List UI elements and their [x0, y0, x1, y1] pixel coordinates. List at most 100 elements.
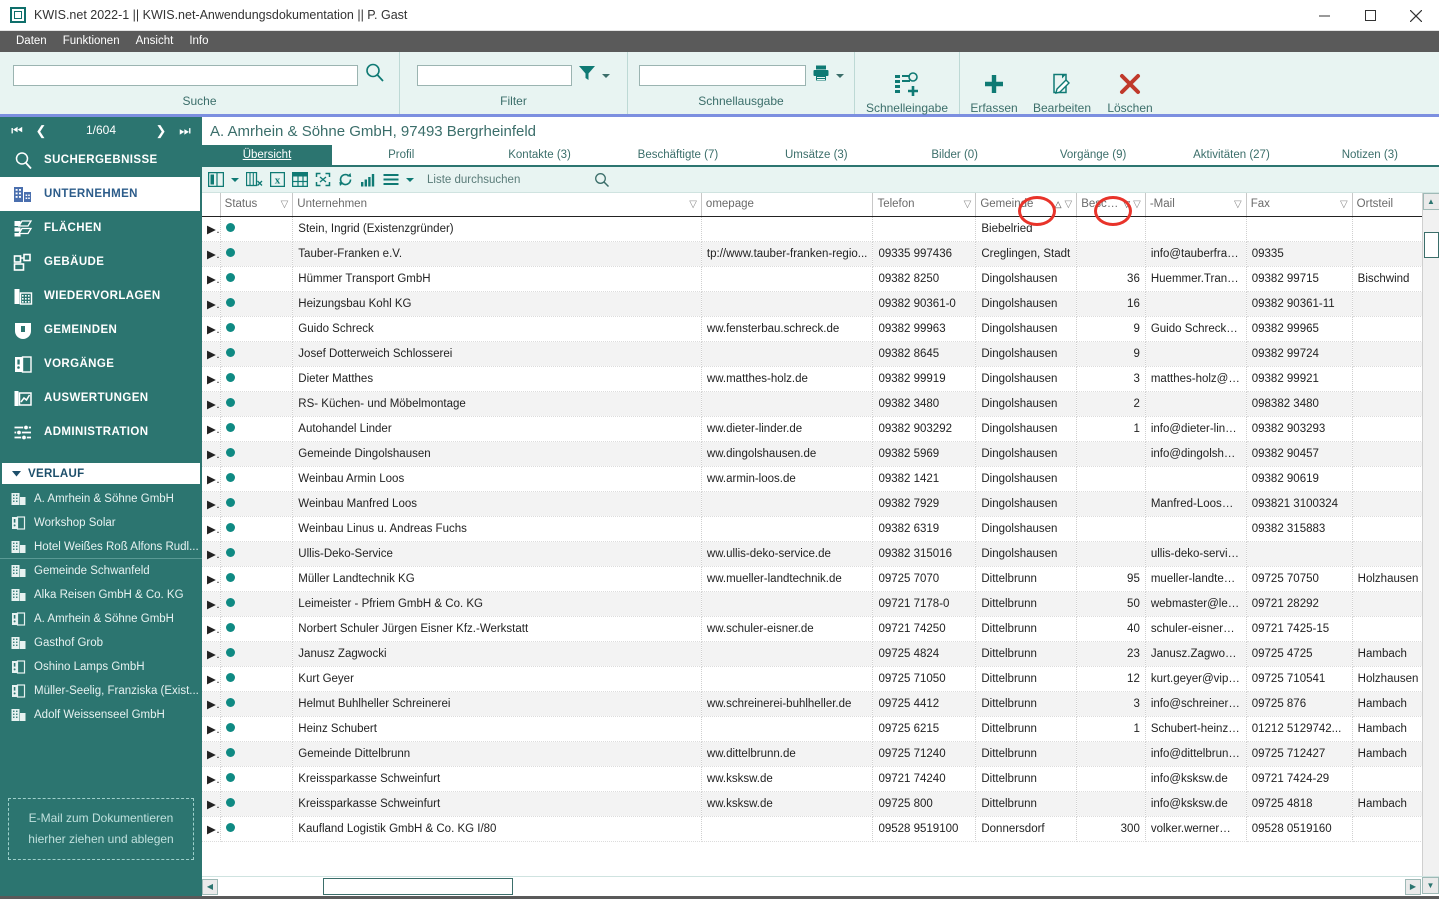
tab-aktivitaeten[interactable]: Aktivitäten (27): [1162, 145, 1300, 165]
table-row[interactable]: ▶ Stein, Ingrid (Existenzgründer) Biebelri…: [202, 216, 1439, 242]
menu-item-daten[interactable]: Daten: [8, 31, 55, 52]
email-dropzone[interactable]: E-Mail zum Dokumentieren hierher ziehen …: [8, 798, 194, 860]
scroll-left-button[interactable]: ◀: [202, 878, 218, 895]
table-row[interactable]: ▶ Gemeinde Dingolshausen ww.dingolshausen.…: [202, 441, 1439, 467]
column-header-fax[interactable]: Fax ▽: [1246, 193, 1353, 217]
table-row[interactable]: ▶ Kurt Geyer 09725 71050 Dittelbrunn 12 kurt.…: [202, 666, 1439, 692]
sort-descending-icon[interactable]: ▽: [1123, 199, 1130, 210]
tab-bilder[interactable]: Bilder (0): [886, 145, 1024, 165]
row-expander-icon[interactable]: ▶: [202, 791, 221, 817]
scroll-down-button[interactable]: ▼: [1422, 877, 1439, 894]
filter-icon[interactable]: ▽: [689, 199, 697, 210]
row-expander-icon[interactable]: ▶: [202, 241, 221, 267]
sort-ascending-icon[interactable]: △: [1055, 199, 1062, 210]
erfassen-button[interactable]: Erfassen: [960, 61, 1028, 115]
list-item[interactable]: A. Amrhein & Söhne GmbH: [0, 607, 202, 631]
table-row[interactable]: ▶ Weinbau Manfred Loos 09382 7929 Dingolsha…: [202, 491, 1439, 517]
row-expander-icon[interactable]: ▶: [202, 616, 221, 642]
filter-icon[interactable]: ▽: [1340, 199, 1348, 210]
table-row[interactable]: ▶ Gemeinde Dittelbrunn ww.dittelbrunn.de 09…: [202, 741, 1439, 767]
row-expander-icon[interactable]: ▶: [202, 416, 221, 442]
table-row[interactable]: ▶ Kaufland Logistik GmbH & Co. KG I/80 095…: [202, 816, 1439, 842]
row-expander-icon[interactable]: ▶: [202, 816, 221, 842]
row-expander-icon[interactable]: ▶: [202, 591, 221, 617]
row-expander-icon[interactable]: ▶: [202, 491, 221, 517]
list-search-input[interactable]: Liste durchsuchen: [427, 171, 587, 189]
magnifier-icon[interactable]: [364, 62, 386, 89]
pager-last-icon[interactable]: ⏭: [174, 124, 196, 137]
table-row[interactable]: ▶ Josef Dotterweich Schlosserei 09382 8645…: [202, 341, 1439, 367]
filter-dropdown-arrow-icon[interactable]: [602, 66, 610, 84]
loeschen-button[interactable]: Löschen: [1096, 61, 1164, 115]
column-header-email[interactable]: -Mail ▽: [1145, 193, 1247, 217]
tab-notizen[interactable]: Notizen (3): [1301, 145, 1439, 165]
table-row[interactable]: ▶ Helmut Buhlheller Schreinerei ww.schrein…: [202, 691, 1439, 717]
list-item[interactable]: Workshop Solar: [0, 511, 202, 535]
history-header[interactable]: VERLAUF: [2, 463, 200, 484]
filter-input[interactable]: [417, 64, 572, 86]
table-row[interactable]: ▶ Heinz Schubert 09725 6215 Dittelbrunn 1 Sch…: [202, 716, 1439, 742]
row-expander-icon[interactable]: ▶: [202, 266, 221, 292]
table-row[interactable]: ▶ Kreissparkasse Schweinfurt ww.ksksw.de 09…: [202, 766, 1439, 792]
sidebar-item-auswertungen[interactable]: AUSWERTUNGEN: [0, 381, 202, 415]
menu-item-info[interactable]: Info: [181, 31, 216, 52]
quick-output-input[interactable]: [638, 64, 806, 86]
sidebar-item-unternehmen[interactable]: UNTERNEHMEN: [0, 177, 200, 211]
table-row[interactable]: ▶ RS- Küchen- und Möbelmontage 09382 3480 D…: [202, 391, 1439, 417]
sidebar-item-suchergebnisse[interactable]: SUCHERGEBNISSE: [0, 143, 202, 177]
scroll-right-button[interactable]: ▶: [1405, 878, 1421, 895]
table-row[interactable]: ▶ Guido Schreck ww.fensterbau.schreck.de 09…: [202, 316, 1439, 342]
tab-profil[interactable]: Profil: [332, 145, 470, 165]
table-row[interactable]: ▶ Dieter Matthes ww.matthes-holz.de 09382 9…: [202, 366, 1439, 392]
printer-dropdown-arrow-icon[interactable]: [835, 66, 844, 84]
table-row[interactable]: ▶ Leimeister - Pfriem GmbH & Co. KG 09721 …: [202, 591, 1439, 617]
menu-item-ansicht[interactable]: Ansicht: [128, 31, 182, 52]
column-header-gemeinde[interactable]: Gemeinde △ ▽: [975, 193, 1078, 217]
list-item[interactable]: Gemeinde Schwanfeld: [0, 559, 202, 583]
pager-first-icon[interactable]: ⏮: [6, 124, 28, 137]
list-item[interactable]: Oshino Lamps GmbH: [0, 655, 202, 679]
table-row[interactable]: ▶ Norbert Schuler Jürgen Eisner Kfz.-Werk…: [202, 616, 1439, 642]
row-expander-icon[interactable]: ▶: [202, 666, 221, 692]
row-expander-icon[interactable]: ▶: [202, 766, 221, 792]
magnifier-icon[interactable]: [594, 172, 610, 188]
menu-lines-icon[interactable]: [383, 173, 399, 186]
sidebar-item-wiedervorlagen[interactable]: WIEDERVORLAGEN: [0, 279, 202, 313]
pager-prev-icon[interactable]: ❮: [30, 124, 52, 137]
tab-beschaeftigte[interactable]: Beschäftigte (7): [609, 145, 747, 165]
remove-column-icon[interactable]: [246, 172, 263, 187]
column-header-status[interactable]: Status ▽: [220, 193, 294, 217]
schnelleingabe-button[interactable]: Schnelleingabe: [855, 61, 960, 115]
sidebar-item-administration[interactable]: ADMINISTRATION: [0, 415, 202, 449]
tab-uebersicht[interactable]: Übersicht: [202, 145, 332, 165]
table-row[interactable]: ▶ Autohandel Linder ww.dieter-linder.de 093…: [202, 416, 1439, 442]
horizontal-scrollbar[interactable]: ◀ ▶ ▼: [202, 876, 1439, 896]
scroll-track[interactable]: [218, 877, 1405, 896]
scroll-thumb-horizontal[interactable]: [323, 877, 513, 895]
table-row[interactable]: ▶ Tauber-Franken e.V. tp://www.tauber-fran…: [202, 241, 1439, 267]
close-icon[interactable]: [1393, 0, 1439, 31]
sidebar-item-gemeinden[interactable]: GEMEINDEN: [0, 313, 202, 347]
row-expander-icon[interactable]: ▶: [202, 366, 221, 392]
maximize-icon[interactable]: [1347, 0, 1393, 31]
table-row[interactable]: ▶ Weinbau Armin Loos ww.armin-loos.de 09382…: [202, 466, 1439, 492]
search-input[interactable]: [13, 64, 358, 86]
export-excel-icon[interactable]: x: [270, 172, 285, 187]
scroll-thumb[interactable]: [1423, 232, 1439, 258]
menu-item-funktionen[interactable]: Funktionen: [55, 31, 128, 52]
column-header-beschaeftigte[interactable]: Besch... ▽ ▽: [1076, 193, 1146, 217]
list-item[interactable]: Adolf Weissenseel GmbH: [0, 703, 202, 727]
column-header-telefon[interactable]: Telefon ▽: [872, 193, 977, 217]
column-header-unternehmen[interactable]: Unternehmen ▽: [292, 193, 702, 217]
refresh-icon[interactable]: [338, 172, 353, 187]
columns-layout-icon[interactable]: [208, 172, 224, 187]
row-expander-icon[interactable]: ▶: [202, 341, 221, 367]
sidebar-item-flaechen[interactable]: FLÄCHEN: [0, 211, 202, 245]
row-expander-icon[interactable]: ▶: [202, 291, 221, 317]
table-row[interactable]: ▶ Janusz Zagwocki 09725 4824 Dittelbrunn 23 J…: [202, 641, 1439, 667]
filter-icon[interactable]: ▽: [1234, 199, 1242, 210]
bearbeiten-button[interactable]: Bearbeiten: [1028, 61, 1096, 115]
columns-layout-dropdown-icon[interactable]: [231, 177, 239, 183]
row-expander-icon[interactable]: ▶: [202, 716, 221, 742]
list-item[interactable]: A. Amrhein & Söhne GmbH: [0, 487, 202, 511]
